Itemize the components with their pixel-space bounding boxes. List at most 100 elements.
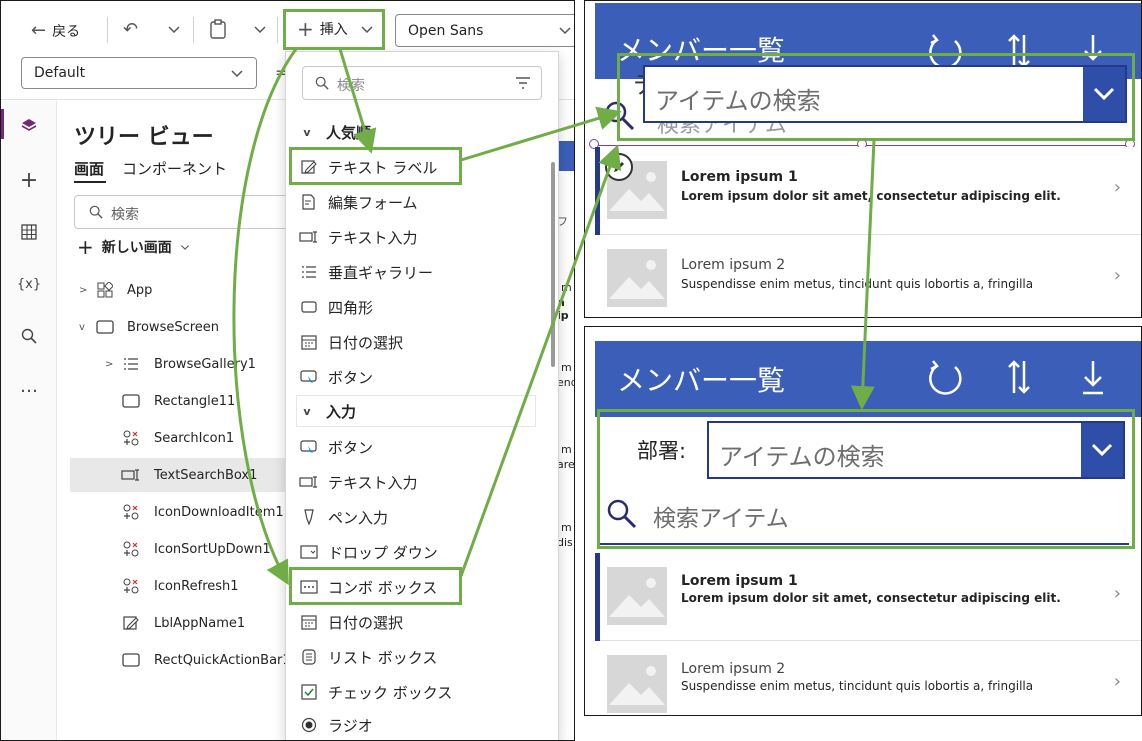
menu-item-label: ドロップ ダウン xyxy=(328,543,438,562)
screen-icon xyxy=(95,318,115,336)
tree-item-lblappname1[interactable]: LblAppName1 xyxy=(71,606,301,640)
undo-chevron-icon[interactable] xyxy=(167,21,181,40)
property-dropdown[interactable]: Default xyxy=(21,57,257,89)
plus-icon: + xyxy=(77,235,94,259)
menu-item-check-box[interactable]: チェック ボックス xyxy=(298,675,538,709)
search-icon[interactable] xyxy=(18,325,40,347)
menu-item-label: 日付の選択 xyxy=(328,333,404,352)
tree-item-iconsortupdown1[interactable]: IconSortUpDown1 xyxy=(71,532,301,566)
plus-icon[interactable]: + xyxy=(18,168,40,193)
undo-icon[interactable]: ↶ xyxy=(123,19,138,40)
tree-item-rectquickactionbar1[interactable]: RectQuickActionBar1 xyxy=(71,643,301,677)
row-subtitle: Lorem ipsum dolor sit amet, consectetur … xyxy=(681,591,1061,605)
text-input-icon xyxy=(298,472,320,492)
highlight-combo-area xyxy=(617,53,1135,141)
pen-icon xyxy=(298,507,320,527)
canvas-peek-text: m xyxy=(561,361,572,374)
tree-item-browsescreen[interactable]: v BrowseScreen xyxy=(71,310,301,344)
layers-icon[interactable] xyxy=(18,115,40,137)
menu-item-label: 四角形 xyxy=(328,298,374,317)
menu-item-label: リスト ボックス xyxy=(328,648,438,667)
section-popular[interactable]: v 人気順 xyxy=(296,115,536,149)
tree-item-label: RectQuickActionBar1 xyxy=(154,652,291,668)
row-subtitle: Suspendisse enim metus, tincidunt quis l… xyxy=(681,277,1034,291)
selected-indicator xyxy=(595,147,600,235)
dropdown-icon xyxy=(298,542,320,562)
download-icon[interactable] xyxy=(1081,359,1105,395)
table-icon[interactable] xyxy=(18,221,40,243)
tree-item-label: IconDownloadItem1 xyxy=(154,504,284,520)
app-title: メンバー一覧 xyxy=(617,364,786,397)
menu-item-text-input-2[interactable]: テキスト入力 xyxy=(298,465,538,499)
font-dropdown[interactable]: Open Sans xyxy=(395,14,574,47)
menu-item-rectangle[interactable]: 四角形 xyxy=(298,290,538,324)
canvas-peek-text: are xyxy=(557,458,575,471)
chevron-right-icon: › xyxy=(1113,671,1121,692)
form-edit-icon xyxy=(298,192,320,212)
menu-item-text-input[interactable]: テキスト入力 xyxy=(298,220,538,254)
calendar-icon xyxy=(298,332,320,352)
studio-panel: ← 戻る ↶ + 挿入 Open Sans Default = + {x} … … xyxy=(0,0,575,741)
sort-up-down-icon[interactable] xyxy=(1005,359,1033,395)
menu-item-label: チェック ボックス xyxy=(328,683,453,702)
tree-item-icondownloaditem1[interactable]: IconDownloadItem1 xyxy=(71,495,301,529)
menu-item-edit-form[interactable]: 編集フォーム xyxy=(298,185,538,219)
menu-item-pen-input[interactable]: ペン入力 xyxy=(298,500,538,534)
edit-pencil-icon[interactable] xyxy=(605,153,633,181)
tree-item-app[interactable]: > App xyxy=(71,273,301,307)
paste-chevron-icon[interactable] xyxy=(253,21,267,40)
search-icon xyxy=(89,205,103,219)
gallery-row[interactable]: Lorem ipsum 2 Suspendisse enim metus, ti… xyxy=(595,235,1141,317)
button-icon xyxy=(298,437,320,457)
more-icon[interactable]: … xyxy=(18,375,40,397)
tree-item-iconrefresh1[interactable]: IconRefresh1 xyxy=(71,569,301,603)
tree-item-label: BrowseScreen xyxy=(127,319,220,335)
canvas-peek-text: m xyxy=(561,521,572,534)
menu-item-list-box[interactable]: リスト ボックス xyxy=(298,640,538,674)
menu-item-button[interactable]: ボタン xyxy=(298,360,538,394)
menu-item-button-input[interactable]: ボタン xyxy=(298,430,538,464)
menu-item-radio[interactable]: ラジオ xyxy=(298,708,538,740)
tab-underline xyxy=(74,181,106,183)
chevron-right-icon: › xyxy=(1113,265,1121,286)
menu-item-dropdown[interactable]: ドロップ ダウン xyxy=(298,535,538,569)
rectangle-icon xyxy=(121,392,141,410)
menu-item-label: テキスト入力 xyxy=(328,228,418,247)
filter-icon[interactable] xyxy=(515,77,531,89)
gallery-row[interactable]: Lorem ipsum 1 Lorem ipsum dolor sit amet… xyxy=(595,553,1141,641)
menu-item-date-picker[interactable]: 日付の選択 xyxy=(298,325,538,359)
back-button[interactable]: ← 戻る xyxy=(31,20,80,41)
menu-item-date-picker-2[interactable]: 日付の選択 xyxy=(298,605,538,639)
gallery-row[interactable]: Lorem ipsum 2 Suspendisse enim metus, ti… xyxy=(595,641,1141,715)
image-placeholder-icon xyxy=(607,567,667,625)
new-screen-button[interactable]: + 新しい画面 xyxy=(77,235,190,259)
variables-icon[interactable]: {x} xyxy=(17,273,41,295)
tree-item-searchicon1[interactable]: SearchIcon1 xyxy=(71,421,301,455)
tab-screens[interactable]: 画面 xyxy=(74,158,104,179)
menu-search-input[interactable]: 検索 xyxy=(302,66,542,100)
rail-active-indicator xyxy=(1,109,4,139)
gallery-row[interactable]: Lorem ipsum 1 Lorem ipsum dolor sit amet… xyxy=(595,147,1141,235)
row-subtitle: Lorem ipsum dolor sit amet, consectetur … xyxy=(681,189,1061,203)
menu-item-vertical-gallery[interactable]: 垂直ギャラリー xyxy=(298,255,538,289)
paste-icon[interactable] xyxy=(209,19,227,43)
button-icon xyxy=(298,367,320,387)
tab-components[interactable]: コンポーネント xyxy=(122,158,227,179)
preview-bottom: メンバー一覧 部署: アイテムの検索 検索アイテム Lorem ipsum 1 … xyxy=(584,326,1142,716)
refresh-icon[interactable] xyxy=(925,357,965,397)
rectangle-icon xyxy=(121,651,141,669)
chevron-down-icon xyxy=(559,27,571,35)
tree-search-input[interactable]: 検索 xyxy=(74,195,294,229)
menu-item-label: 編集フォーム xyxy=(328,193,418,212)
row-title: Lorem ipsum 2 xyxy=(681,257,786,273)
tree-item-label: IconRefresh1 xyxy=(154,578,239,594)
selected-indicator xyxy=(595,553,600,641)
menu-item-label: ペン入力 xyxy=(328,508,389,527)
highlight-insert xyxy=(283,9,385,50)
section-input[interactable]: v 入力 xyxy=(296,394,536,428)
tree-item-textsearchbox1[interactable]: TextSearchBox1 xyxy=(71,458,301,492)
tree-item-rectangle11[interactable]: Rectangle11 xyxy=(71,384,301,418)
menu-scrollbar[interactable] xyxy=(551,162,555,367)
tree-item-browsegallery1[interactable]: > BrowseGallery1 xyxy=(71,347,301,381)
canvas-peek-header xyxy=(559,141,574,171)
